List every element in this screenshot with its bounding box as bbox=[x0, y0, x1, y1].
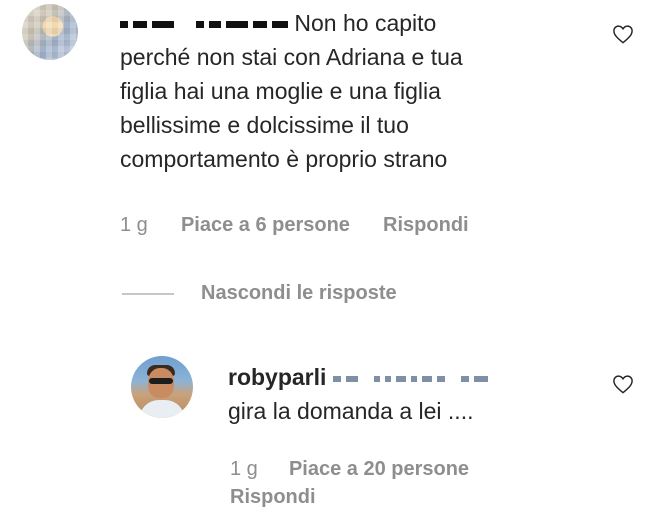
reply-reply-button[interactable]: Rispondi bbox=[230, 486, 316, 509]
redacted-mentions bbox=[332, 375, 488, 382]
redacted-username bbox=[120, 21, 288, 29]
comment-text-line-4: bellissime e dolcissime il tuo bbox=[120, 112, 409, 138]
reply-line-1: robyparli bbox=[228, 360, 598, 394]
reply-username[interactable]: robyparli bbox=[228, 364, 326, 390]
reply-body: robyparli gira la domanda a lei .... bbox=[228, 360, 598, 428]
comment-line-1: Non ho capito bbox=[120, 6, 590, 40]
reply-like-heart-icon[interactable] bbox=[612, 374, 634, 394]
reply-avatar[interactable] bbox=[131, 356, 193, 418]
comment-text-line-3: figlia hai una moglie e una figlia bbox=[120, 78, 441, 104]
comment-text-line-1: Non ho capito bbox=[294, 10, 437, 36]
commenter-avatar[interactable] bbox=[22, 4, 78, 60]
comment-body: Non ho capito perché non stai con Adrian… bbox=[120, 6, 590, 176]
reply-button[interactable]: Rispondi bbox=[383, 214, 469, 236]
reply-time: 1 g bbox=[230, 458, 258, 480]
comment-time: 1 g bbox=[120, 214, 148, 236]
hide-replies-button[interactable]: Nascondi le risposte bbox=[201, 282, 397, 305]
comment-likes-link[interactable]: Piace a 6 persone bbox=[181, 214, 350, 236]
reply-likes-link[interactable]: Piace a 20 persone bbox=[289, 458, 469, 480]
replies-divider bbox=[122, 293, 174, 295]
reply-text: gira la domanda a lei .... bbox=[228, 398, 474, 424]
like-heart-icon[interactable] bbox=[612, 24, 634, 44]
comment-text-line-5: comportamento è proprio strano bbox=[120, 146, 448, 172]
comment-text-line-2: perché non stai con Adriana e tua bbox=[120, 44, 463, 70]
comment-meta: 1 g Piace a 6 persone Rispondi bbox=[120, 214, 469, 237]
reply-meta: 1 g Piace a 20 persone bbox=[230, 458, 469, 481]
